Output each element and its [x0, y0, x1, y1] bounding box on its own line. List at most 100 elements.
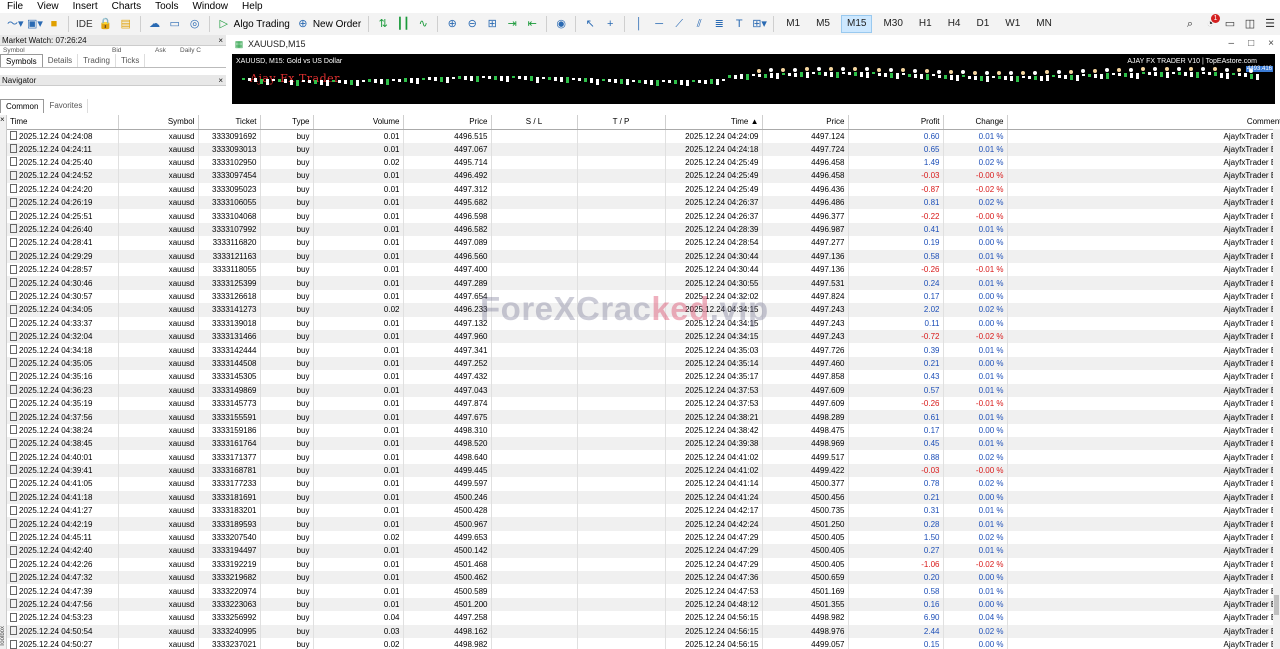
- table-row[interactable]: 2025.12.24 04:37:56 xauusd 3333155591 buy 0.…: [7, 410, 1280, 424]
- table-row[interactable]: 2025.12.24 04:47:56 xauusd 3333223063 buy 0.…: [7, 597, 1280, 612]
- vps-button[interactable]: ▭: [165, 14, 185, 34]
- menu-view[interactable]: View: [30, 0, 66, 13]
- tab-symbols[interactable]: Symbols: [0, 54, 43, 67]
- table-row[interactable]: 2025.12.24 04:25:51 xauusd 3333104068 buy 0.…: [7, 209, 1280, 223]
- column-header[interactable]: Price: [403, 115, 492, 130]
- tab-trading[interactable]: Trading: [78, 54, 116, 67]
- column-header[interactable]: S / L: [491, 115, 578, 130]
- table-row[interactable]: 2025.12.24 04:26:40 xauusd 3333107992 buy 0.…: [7, 222, 1280, 237]
- shift-button[interactable]: ⇤: [522, 14, 542, 34]
- tf-h1[interactable]: H1: [911, 14, 940, 34]
- table-row[interactable]: 2025.12.24 04:24:20 xauusd 3333095023 buy 0.…: [7, 182, 1280, 197]
- column-header[interactable]: Ticket: [198, 115, 261, 130]
- table-row[interactable]: 2025.12.24 04:39:41 xauusd 3333168781 buy 0.…: [7, 463, 1280, 478]
- tab-details[interactable]: Details: [43, 54, 79, 67]
- table-row[interactable]: 2025.12.24 04:24:11 xauusd 3333093013 buy 0.…: [7, 142, 1280, 156]
- table-row[interactable]: 2025.12.24 04:34:18 xauusd 3333142444 buy 0.…: [7, 343, 1280, 357]
- line-button[interactable]: ∿: [413, 14, 433, 34]
- column-header[interactable]: Price: [762, 115, 849, 130]
- notifications-button[interactable]: ◔ 1: [1200, 14, 1220, 34]
- column-header[interactable]: Time: [7, 115, 119, 130]
- col-ask[interactable]: Ask: [155, 47, 166, 54]
- table-row[interactable]: 2025.12.24 04:41:05 xauusd 3333177233 buy 0.…: [7, 477, 1280, 491]
- table-row[interactable]: 2025.12.24 04:36:23 xauusd 3333149869 buy 0.…: [7, 383, 1280, 397]
- table-row[interactable]: 2025.12.24 04:47:32 xauusd 3333219682 buy 0.…: [7, 571, 1280, 585]
- column-header[interactable]: Profit: [848, 115, 944, 130]
- folder-button[interactable]: ▤: [116, 14, 136, 34]
- search-button[interactable]: ⌕: [1180, 14, 1200, 34]
- vline-button[interactable]: │: [629, 14, 649, 34]
- menu-insert[interactable]: Insert: [66, 0, 105, 13]
- column-header[interactable]: Time ▲: [665, 115, 763, 130]
- profiles-button[interactable]: ▣▾: [24, 14, 44, 34]
- column-header[interactable]: T / P: [577, 115, 666, 130]
- table-row[interactable]: 2025.12.24 04:24:08 xauusd 3333091692 buy 0.…: [7, 129, 1280, 143]
- tf-mn[interactable]: MN: [1028, 14, 1060, 34]
- table-row[interactable]: 2025.12.24 04:41:18 xauusd 3333181691 buy 0.…: [7, 490, 1280, 505]
- column-header[interactable]: Comment: [1007, 115, 1280, 130]
- tf-m15[interactable]: M15: [838, 14, 875, 34]
- table-row[interactable]: 2025.12.24 04:32:04 xauusd 3333131466 buy 0.…: [7, 329, 1280, 344]
- cursor-button[interactable]: ↖: [580, 14, 600, 34]
- zoom-in-button[interactable]: ⊕: [442, 14, 462, 34]
- table-row[interactable]: 2025.12.24 04:45:11 xauusd 3333207540 buy 0.…: [7, 530, 1280, 545]
- menu-tools[interactable]: Tools: [148, 0, 185, 13]
- table-row[interactable]: 2025.12.24 04:30:46 xauusd 3333125399 buy 0.…: [7, 276, 1280, 290]
- web-button[interactable]: ◎: [185, 14, 205, 34]
- shapes-button[interactable]: ⊞▾: [749, 14, 769, 34]
- text-button[interactable]: T: [729, 14, 749, 34]
- crosshair-button[interactable]: +: [600, 14, 620, 34]
- tf-w1[interactable]: W1: [997, 14, 1028, 34]
- close-icon[interactable]: ×: [1268, 38, 1274, 49]
- algo-trading-button[interactable]: ▷ Algo Trading: [214, 14, 293, 34]
- table-row[interactable]: 2025.12.24 04:42:26 xauusd 3333192219 buy 0.…: [7, 557, 1280, 571]
- tf-m5[interactable]: M5: [808, 14, 838, 34]
- close-icon[interactable]: ×: [218, 35, 223, 46]
- trendline-button[interactable]: ⟋: [669, 14, 689, 34]
- hline-button[interactable]: ─: [649, 14, 669, 34]
- table-row[interactable]: 2025.12.24 04:38:45 xauusd 3333161764 buy 0.…: [7, 437, 1280, 451]
- tf-m30[interactable]: M30: [875, 14, 910, 34]
- column-header[interactable]: Symbol: [118, 115, 199, 130]
- table-row[interactable]: 2025.12.24 04:35:05 xauusd 3333144508 buy 0.…: [7, 356, 1280, 371]
- menu-window[interactable]: Window: [185, 0, 235, 13]
- scrollbar-thumb[interactable]: [1274, 595, 1279, 615]
- column-header[interactable]: Volume: [313, 115, 404, 130]
- table-row[interactable]: 2025.12.24 04:35:16 xauusd 3333145305 buy 0.…: [7, 370, 1280, 384]
- ide-button[interactable]: IDE: [73, 14, 96, 34]
- account-button[interactable]: ☰: [1260, 14, 1280, 34]
- screenshot-button[interactable]: ◉: [551, 14, 571, 34]
- cloud-button[interactable]: ☁: [145, 14, 165, 34]
- tf-h4[interactable]: H4: [940, 14, 969, 34]
- close-icon[interactable]: ×: [218, 75, 223, 86]
- new-order-button[interactable]: ⊕ New Order: [293, 14, 364, 34]
- table-row[interactable]: 2025.12.24 04:26:19 xauusd 3333106055 buy 0.…: [7, 196, 1280, 210]
- layout-button[interactable]: ◫: [1240, 14, 1260, 34]
- chart-type-button[interactable]: 〜▾: [4, 14, 24, 34]
- column-header[interactable]: Type: [260, 115, 314, 130]
- menu-file[interactable]: File: [0, 0, 30, 13]
- menu-charts[interactable]: Charts: [105, 0, 148, 13]
- tab-favorites[interactable]: Favorites: [44, 99, 89, 113]
- table-row[interactable]: 2025.12.24 04:38:24 xauusd 3333159186 buy 0.…: [7, 423, 1280, 438]
- table-row[interactable]: 2025.12.24 04:47:39 xauusd 3333220974 buy 0.…: [7, 584, 1280, 598]
- table-row[interactable]: 2025.12.24 04:25:40 xauusd 3333102950 buy 0.…: [7, 155, 1280, 170]
- market-watch-button[interactable]: ■: [44, 14, 64, 34]
- autoscroll-button[interactable]: ⇥: [502, 14, 522, 34]
- table-row[interactable]: 2025.12.24 04:28:57 xauusd 3333118055 buy 0.…: [7, 263, 1280, 277]
- table-row[interactable]: 2025.12.24 04:53:23 xauusd 3333256992 buy 0.…: [7, 611, 1280, 625]
- table-row[interactable]: 2025.12.24 04:42:40 xauusd 3333194497 buy 0.…: [7, 544, 1280, 558]
- tf-d1[interactable]: D1: [969, 14, 998, 34]
- zoom-out-button[interactable]: ⊖: [462, 14, 482, 34]
- fibo-button[interactable]: ≣: [709, 14, 729, 34]
- vertical-scrollbar[interactable]: [1273, 129, 1280, 649]
- tab-ticks[interactable]: Ticks: [116, 54, 146, 67]
- tab-common[interactable]: Common: [0, 99, 45, 113]
- table-row[interactable]: 2025.12.24 04:28:41 xauusd 3333116820 buy 0.…: [7, 236, 1280, 250]
- table-row[interactable]: 2025.12.24 04:41:27 xauusd 3333183201 buy 0.…: [7, 504, 1280, 518]
- table-row[interactable]: 2025.12.24 04:50:27 xauusd 3333237021 buy 0.…: [7, 637, 1280, 649]
- minimize-icon[interactable]: –: [1229, 38, 1235, 49]
- depth-button[interactable]: ⇅: [373, 14, 393, 34]
- tile-button[interactable]: ⊞: [482, 14, 502, 34]
- col-daily-change[interactable]: Daily C: [180, 47, 201, 54]
